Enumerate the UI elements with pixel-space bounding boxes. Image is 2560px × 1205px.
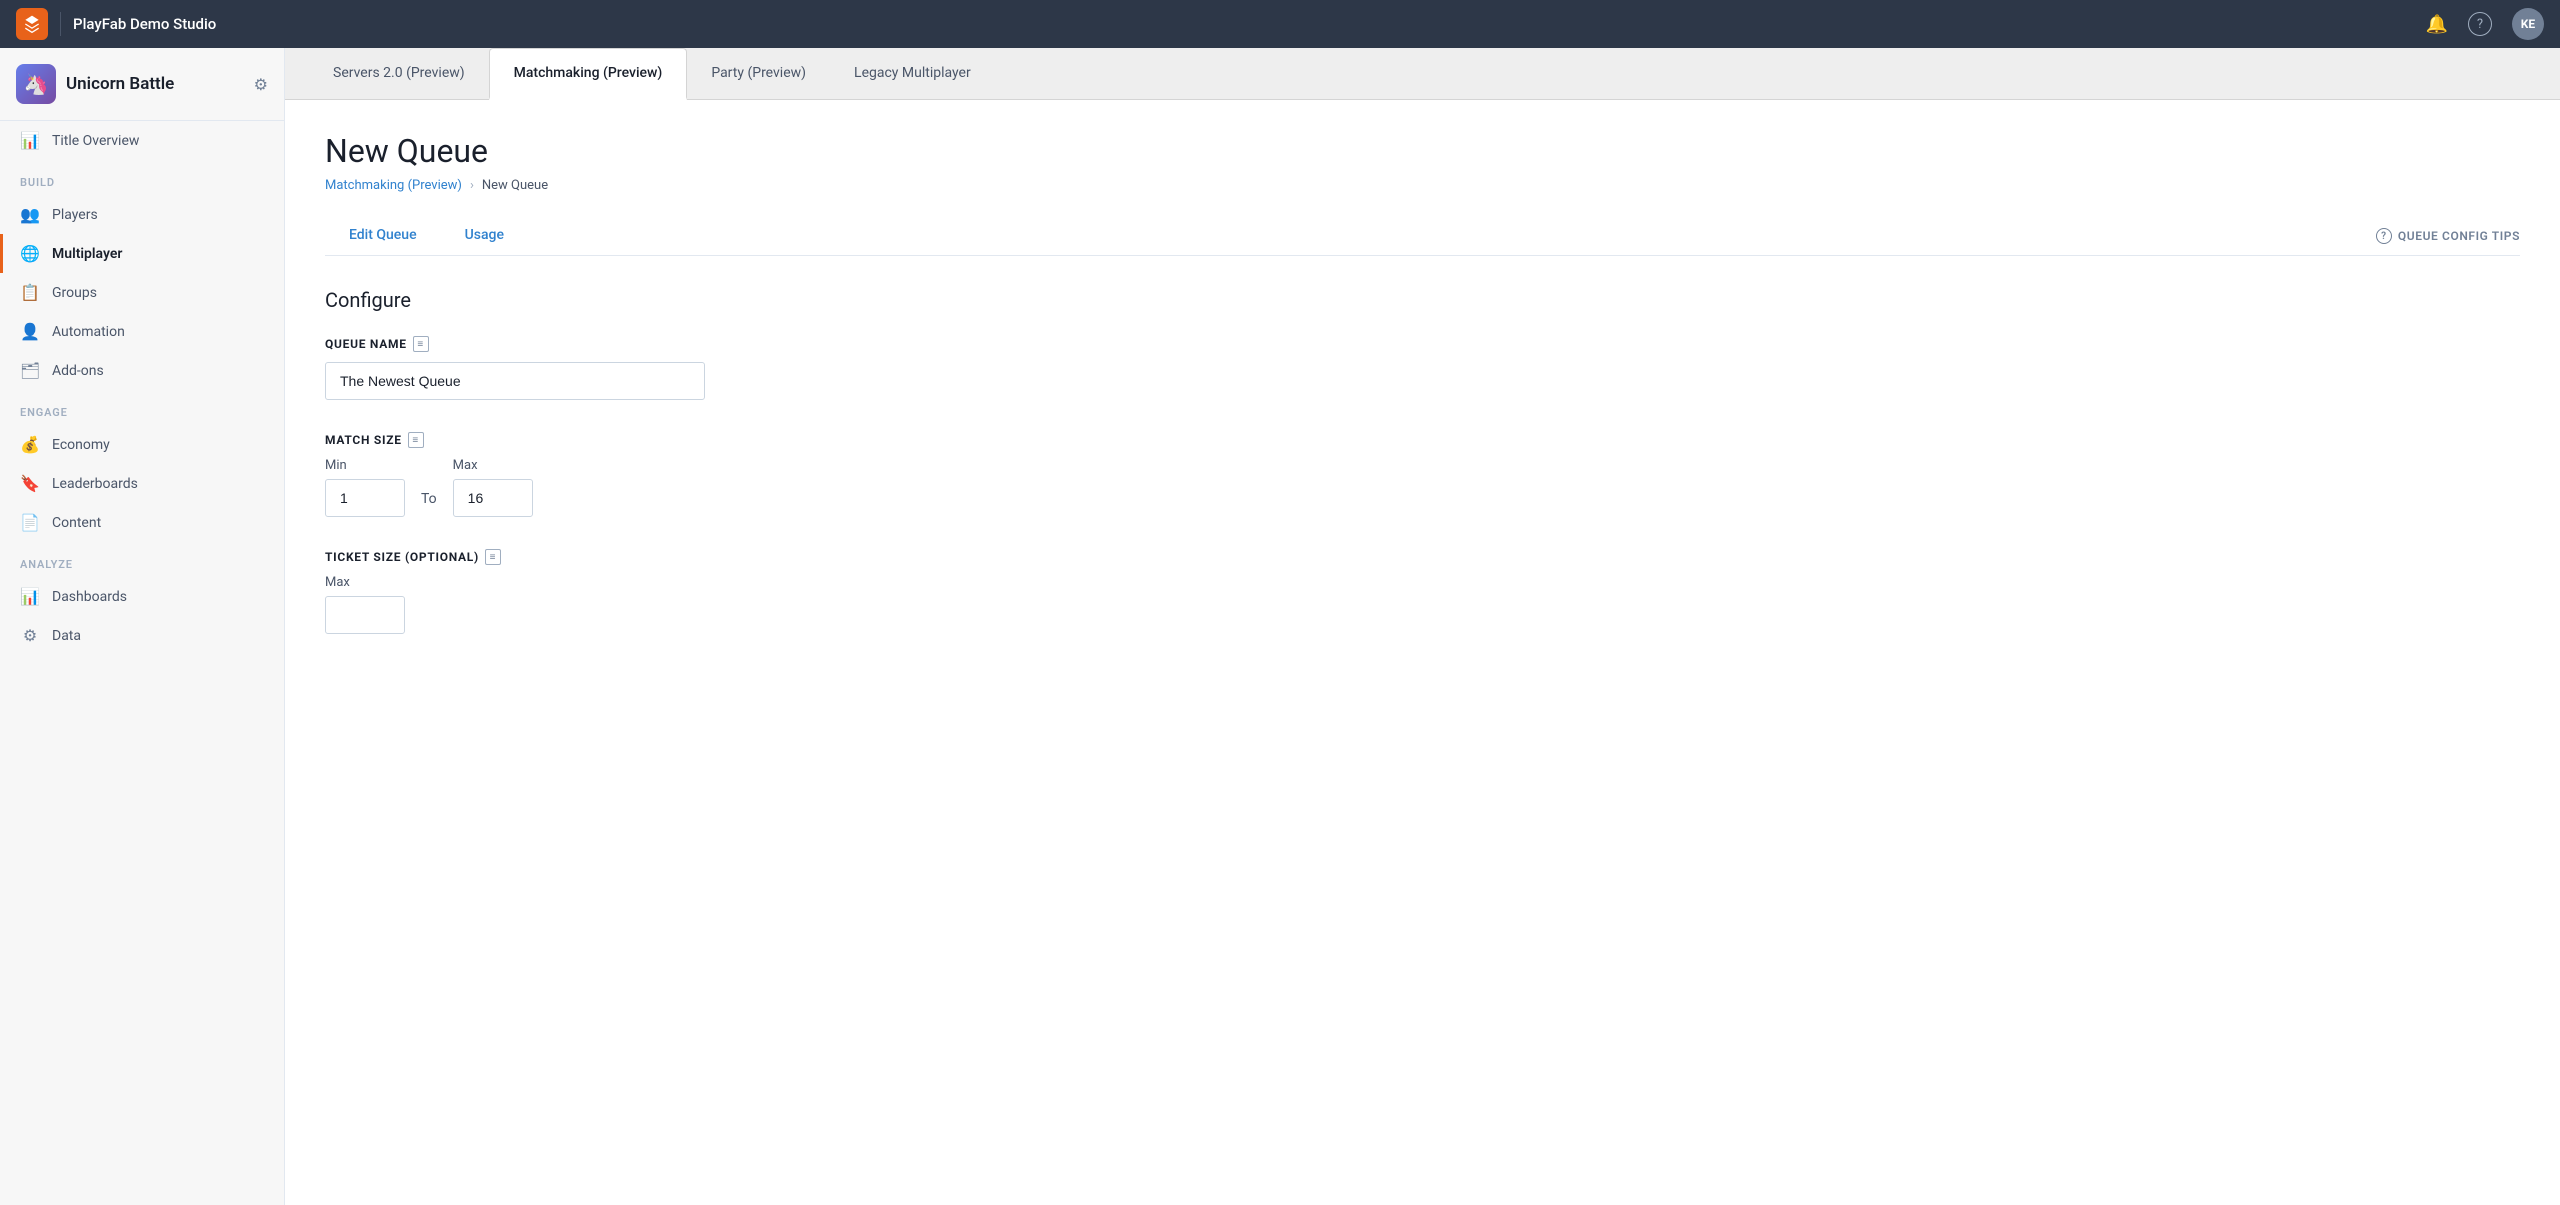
- sidebar-item-label: Data: [52, 628, 81, 644]
- sidebar-item-players[interactable]: 👥 Players: [0, 195, 284, 234]
- groups-icon: 📋: [20, 283, 40, 302]
- top-navigation: PlayFab Demo Studio 🔔 ? KE: [0, 0, 2560, 48]
- min-label: Min: [325, 458, 405, 473]
- sidebar-header: 🦄 Unicorn Battle ⚙: [0, 48, 284, 121]
- app-logo: [16, 8, 48, 40]
- title-overview-icon: 📊: [20, 131, 40, 150]
- sub-tabs-bar: Edit Queue Usage ? QUEUE CONFIG TIPS: [325, 217, 2520, 256]
- sidebar-item-multiplayer[interactable]: 🌐 Multiplayer: [0, 234, 284, 273]
- match-size-min-group: Min: [325, 458, 405, 517]
- sidebar-item-economy[interactable]: 💰 Economy: [0, 425, 284, 464]
- sidebar-item-label: Groups: [52, 285, 97, 301]
- sidebar-item-label: Economy: [52, 437, 110, 453]
- economy-icon: 💰: [20, 435, 40, 454]
- sidebar-item-label: Automation: [52, 324, 125, 340]
- nav-action-icons: 🔔 ? KE: [2426, 8, 2544, 40]
- match-size-min-input[interactable]: [325, 479, 405, 517]
- ticket-size-section: TICKET SIZE (OPTIONAL) ≡ Max: [325, 549, 2520, 634]
- ticket-max-label: Max: [325, 575, 2520, 590]
- game-icon: 🦄: [16, 64, 56, 104]
- match-size-section: MATCH SIZE ≡ Min To Max: [325, 432, 2520, 517]
- sidebar-item-label: Dashboards: [52, 589, 127, 605]
- sub-tabs-left: Edit Queue Usage: [325, 217, 528, 255]
- sidebar-item-label: Players: [52, 207, 98, 223]
- sidebar-item-leaderboards[interactable]: 🔖 Leaderboards: [0, 464, 284, 503]
- game-name: Unicorn Battle: [66, 74, 244, 94]
- main-layout: 🦄 Unicorn Battle ⚙ 📊 Title Overview BUIL…: [0, 48, 2560, 1205]
- match-size-max-input[interactable]: [453, 479, 533, 517]
- ticket-size-max-group: Max: [325, 575, 2520, 634]
- ticket-size-label: TICKET SIZE (OPTIONAL) ≡: [325, 549, 2520, 565]
- automation-icon: 👤: [20, 322, 40, 341]
- tab-party[interactable]: Party (Preview): [687, 48, 830, 100]
- sub-tab-usage[interactable]: Usage: [441, 217, 528, 255]
- sidebar-item-groups[interactable]: 📋 Groups: [0, 273, 284, 312]
- sidebar-item-title-overview[interactable]: 📊 Title Overview: [0, 121, 284, 160]
- queue-name-input[interactable]: [325, 362, 705, 400]
- players-icon: 👥: [20, 205, 40, 224]
- notification-icon[interactable]: 🔔: [2426, 14, 2448, 35]
- sub-tab-edit-queue[interactable]: Edit Queue: [325, 217, 441, 255]
- user-avatar[interactable]: KE: [2512, 8, 2544, 40]
- match-size-to-label: To: [421, 491, 437, 517]
- data-icon: ⚙: [20, 626, 40, 645]
- max-label: Max: [453, 458, 533, 473]
- content-icon: 📄: [20, 513, 40, 532]
- tab-legacy-multiplayer[interactable]: Legacy Multiplayer: [830, 48, 995, 100]
- addons-icon: 🗂: [20, 361, 40, 380]
- help-icon[interactable]: ?: [2468, 12, 2492, 36]
- breadcrumb-current: New Queue: [482, 178, 548, 193]
- configure-section-title: Configure: [325, 288, 2520, 312]
- tabs-bar: Servers 2.0 (Preview) Matchmaking (Previ…: [285, 48, 2560, 100]
- match-size-info-icon[interactable]: ≡: [408, 432, 424, 448]
- sidebar-item-label: Title Overview: [52, 133, 139, 149]
- settings-icon[interactable]: ⚙: [254, 75, 268, 94]
- section-label-engage: ENGAGE: [0, 390, 284, 425]
- queue-name-label: QUEUE NAME ≡: [325, 336, 2520, 352]
- section-label-analyze: ANALYZE: [0, 542, 284, 577]
- studio-name: PlayFab Demo Studio: [73, 15, 2414, 33]
- sidebar-item-label: Add-ons: [52, 363, 104, 379]
- breadcrumb-parent[interactable]: Matchmaking (Preview): [325, 178, 462, 193]
- sidebar-item-label: Leaderboards: [52, 476, 138, 492]
- sidebar-item-automation[interactable]: 👤 Automation: [0, 312, 284, 351]
- breadcrumb-separator: ›: [470, 178, 474, 193]
- queue-name-info-icon[interactable]: ≡: [413, 336, 429, 352]
- sidebar-item-label: Content: [52, 515, 101, 531]
- match-size-label: MATCH SIZE ≡: [325, 432, 2520, 448]
- tab-servers[interactable]: Servers 2.0 (Preview): [309, 48, 489, 100]
- sidebar-item-dashboards[interactable]: 📊 Dashboards: [0, 577, 284, 616]
- match-size-max-group: Max: [453, 458, 533, 517]
- content-area: Servers 2.0 (Preview) Matchmaking (Previ…: [285, 48, 2560, 1205]
- match-size-row: Min To Max: [325, 458, 2520, 517]
- help-circle-icon: ?: [2376, 228, 2392, 244]
- tab-matchmaking[interactable]: Matchmaking (Preview): [489, 48, 688, 100]
- page-title: New Queue: [325, 132, 2520, 170]
- sidebar-item-content[interactable]: 📄 Content: [0, 503, 284, 542]
- page-content: New Queue Matchmaking (Preview) › New Qu…: [285, 100, 2560, 1205]
- section-label-build: BUILD: [0, 160, 284, 195]
- sidebar-item-addons[interactable]: 🗂 Add-ons: [0, 351, 284, 390]
- queue-config-tips-button[interactable]: ? QUEUE CONFIG TIPS: [2376, 218, 2520, 254]
- queue-name-section: QUEUE NAME ≡: [325, 336, 2520, 400]
- leaderboards-icon: 🔖: [20, 474, 40, 493]
- dashboards-icon: 📊: [20, 587, 40, 606]
- nav-divider: [60, 12, 61, 36]
- ticket-size-max-input[interactable]: [325, 596, 405, 634]
- ticket-size-info-icon[interactable]: ≡: [485, 549, 501, 565]
- breadcrumb: Matchmaking (Preview) › New Queue: [325, 178, 2520, 193]
- sidebar-item-data[interactable]: ⚙ Data: [0, 616, 284, 655]
- sidebar: 🦄 Unicorn Battle ⚙ 📊 Title Overview BUIL…: [0, 48, 285, 1205]
- multiplayer-icon: 🌐: [20, 244, 40, 263]
- sidebar-item-label: Multiplayer: [52, 246, 122, 262]
